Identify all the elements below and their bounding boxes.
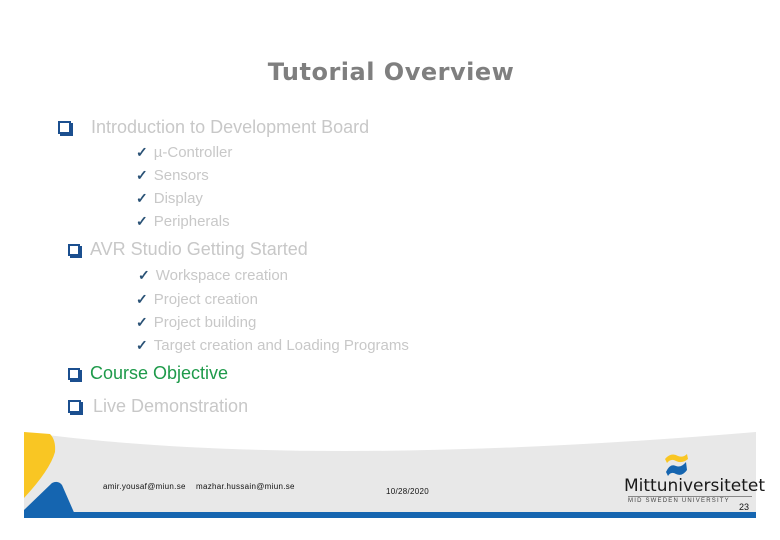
section-label: Introduction to Development Board bbox=[91, 117, 370, 137]
section-live-demonstration: Live Demonstration bbox=[68, 396, 248, 417]
square-bullet-icon bbox=[68, 400, 81, 413]
list-item: ✓ Project building bbox=[136, 314, 257, 331]
list-item: ✓ Project creation bbox=[136, 291, 258, 308]
footer-blue-bar bbox=[24, 512, 756, 518]
page-number: 23 bbox=[739, 502, 750, 512]
section-label: AVR Studio Getting Started bbox=[90, 239, 308, 259]
check-icon: ✓ bbox=[136, 291, 148, 307]
square-bullet-icon bbox=[68, 367, 80, 380]
check-icon: ✓ bbox=[136, 190, 148, 206]
section-avr-studio: AVR Studio Getting Started bbox=[68, 239, 308, 260]
check-icon: ✓ bbox=[136, 213, 148, 229]
square-bullet-icon bbox=[58, 121, 71, 134]
check-icon: ✓ bbox=[136, 167, 148, 183]
section-label: Course Objective bbox=[90, 363, 229, 383]
check-icon: ✓ bbox=[138, 267, 150, 283]
list-item: ✓ µ-Controller bbox=[136, 144, 233, 161]
slide-title: Tutorial Overview bbox=[267, 58, 515, 86]
footer-email-1: amir.yousaf@miun.se bbox=[103, 482, 186, 491]
check-icon: ✓ bbox=[136, 314, 148, 330]
list-item: ✓ Target creation and Loading Programs bbox=[136, 337, 409, 354]
square-bullet-icon bbox=[68, 243, 80, 256]
university-logo-icon bbox=[665, 454, 688, 476]
university-logo-subtitle: MID SWEDEN UNIVERSITY bbox=[628, 496, 752, 504]
footer-grey-band bbox=[24, 432, 756, 517]
list-item: ✓ Sensors bbox=[136, 167, 209, 184]
check-icon: ✓ bbox=[136, 144, 148, 160]
section-course-objective: Course Objective bbox=[68, 363, 228, 384]
section-label: Live Demonstration bbox=[93, 396, 249, 416]
footer-email-2: mazhar.hussain@miun.se bbox=[196, 482, 295, 491]
list-item: ✓ Peripherals bbox=[136, 213, 230, 230]
list-item: ✓ Display bbox=[136, 190, 203, 207]
list-item: ✓ Workspace creation bbox=[138, 267, 289, 284]
check-icon: ✓ bbox=[136, 337, 148, 353]
footer-date: 10/28/2020 bbox=[386, 487, 430, 496]
university-logo-name: Mittuniversitetet bbox=[624, 476, 765, 496]
section-introduction: Introduction to Development Board bbox=[58, 117, 369, 138]
